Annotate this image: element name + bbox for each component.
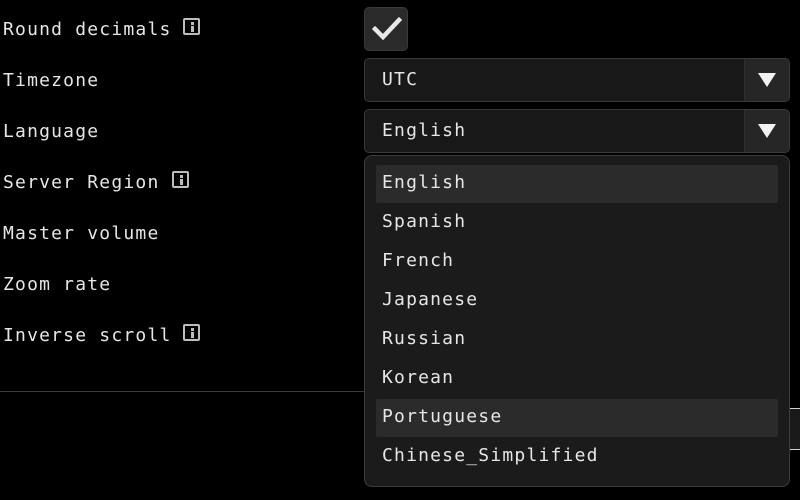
triangle-down-icon (758, 73, 776, 87)
language-option-label: Russian (382, 328, 467, 349)
zoom-rate-label: Zoom rate (3, 274, 112, 295)
language-option-korean[interactable]: Korean (376, 360, 778, 398)
timezone-select-value: UTC (382, 69, 419, 90)
language-dropdown-menu: English Spanish French Japanese Russian … (364, 155, 790, 487)
language-option-label: Portuguese (382, 406, 503, 427)
language-option-japanese[interactable]: Japanese (376, 282, 778, 320)
language-select-value: English (382, 120, 467, 141)
language-option-russian[interactable]: Russian (376, 321, 778, 359)
language-option-label: French (382, 250, 455, 271)
round-decimals-checkbox[interactable] (364, 7, 408, 51)
language-option-label: Spanish (382, 211, 467, 232)
server-region-label: Server Region (3, 172, 160, 193)
language-select[interactable]: English (364, 109, 790, 153)
language-option-label: Chinese_Simplified (382, 445, 599, 466)
master-volume-label: Master volume (3, 223, 160, 244)
inverse-scroll-label: Inverse scroll (3, 325, 172, 346)
checkmark-icon (372, 16, 402, 41)
language-option-english[interactable]: English (376, 165, 778, 203)
language-option-label: English (382, 172, 467, 193)
timezone-label: Timezone (3, 70, 100, 91)
triangle-down-icon (758, 124, 776, 138)
language-option-label: Korean (382, 367, 455, 388)
inverse-scroll-info-icon[interactable] (183, 324, 200, 341)
language-option-spanish[interactable]: Spanish (376, 204, 778, 242)
timezone-select[interactable]: UTC (364, 58, 790, 102)
server-region-info-icon[interactable] (172, 171, 189, 188)
round-decimals-info-icon[interactable] (183, 18, 200, 35)
language-option-chinese-simplified[interactable]: Chinese_Simplified (376, 438, 778, 476)
round-decimals-label: Round decimals (3, 19, 172, 40)
language-option-label: Japanese (382, 289, 479, 310)
section-divider (0, 391, 366, 392)
language-label: Language (3, 121, 100, 142)
timezone-dropdown-button[interactable] (744, 59, 789, 101)
language-dropdown-button[interactable] (744, 110, 789, 152)
language-option-french[interactable]: French (376, 243, 778, 281)
language-option-portuguese[interactable]: Portuguese (376, 399, 778, 437)
